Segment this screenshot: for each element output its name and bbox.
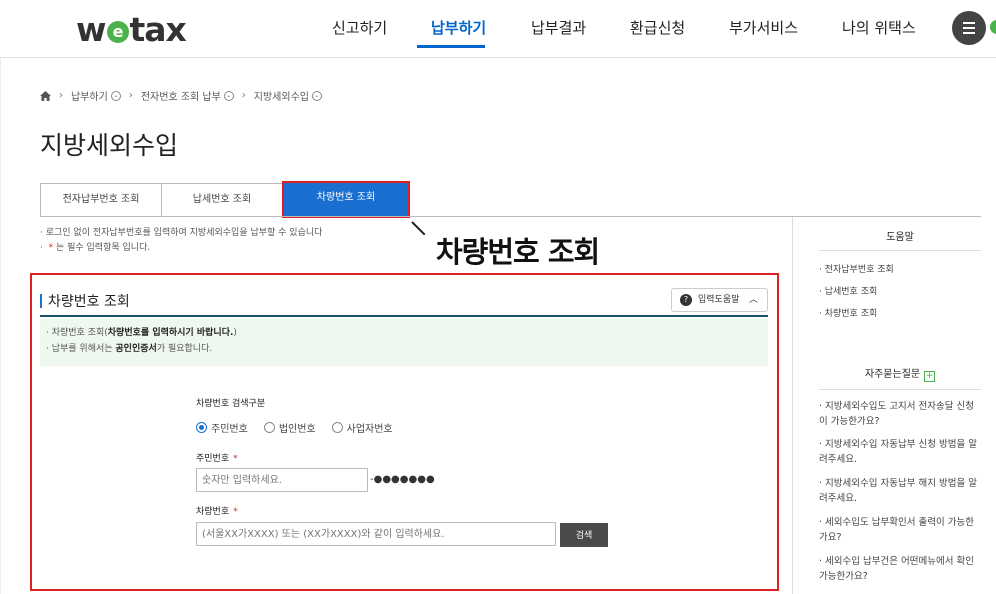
notice-line-2: · * 는 필수 입력항목 입니다.: [40, 241, 322, 256]
resident-number-label: 주민번호*: [196, 451, 238, 464]
wetax-logo[interactable]: wetax: [76, 10, 186, 49]
help-link-tax[interactable]: · 납세번호 조회: [819, 284, 877, 297]
help-link-vehicle[interactable]: · 차량번호 조회: [819, 306, 877, 319]
chevron-down-icon[interactable]: ⌄: [224, 91, 234, 101]
status-dot-icon: [990, 20, 996, 34]
plus-icon[interactable]: +: [924, 371, 935, 382]
input-help-button[interactable]: ? 입력도움말 ︿: [671, 288, 768, 312]
logo-e-mark: e: [107, 21, 129, 43]
info-line-1: · 차량번호 조회(차량번호를 입력하시기 바랍니다.): [46, 325, 768, 341]
tab-vehicle-number[interactable]: 차량번호 조회: [282, 181, 410, 218]
help-link-electronic[interactable]: · 전자납부번호 조회: [819, 262, 894, 275]
notice-line-1: · 로그인 없이 전자납부번호를 입력하여 지방세외수입을 납부할 수 있습니다: [40, 226, 322, 241]
nav-item-result[interactable]: 납부결과: [531, 17, 586, 38]
home-icon[interactable]: [40, 91, 51, 101]
faq-item[interactable]: · 세외수입도 납부확인서 출력이 가능한가요?: [819, 515, 979, 545]
help-title: 도움말: [819, 228, 981, 243]
nav-item-report[interactable]: 신고하기: [332, 17, 387, 38]
section-title: 차량번호 조회: [48, 291, 130, 311]
radio-business-number[interactable]: 사업자번호: [332, 420, 393, 435]
page-title: 지방세외수입: [40, 126, 178, 162]
nav-item-payment[interactable]: 납부하기: [431, 17, 486, 38]
search-button[interactable]: 검색: [560, 523, 608, 547]
info-line-2: · 납부를 위해서는 공인인증서가 필요합니다.: [46, 341, 768, 357]
nav-active-underline: [417, 45, 485, 48]
faq-item[interactable]: · 세외수입 납부건은 어떤메뉴에서 확인가능한가요?: [819, 554, 979, 584]
breadcrumb: › 납부하기⌄ › 전자번호 조회 납부⌄ › 지방세외수입⌄: [40, 88, 322, 103]
vehicle-number-label: 차량번호*: [196, 504, 238, 517]
nav-item-services[interactable]: 부가서비스: [729, 17, 798, 38]
nav-item-my-wetax[interactable]: 나의 위택스: [842, 17, 916, 38]
sidebar-divider: [819, 250, 981, 251]
faq-item[interactable]: · 지방세외수입 자동납부 해지 방법을 알려주세요.: [819, 476, 979, 506]
radio-corporate-number[interactable]: 법인번호: [264, 420, 316, 435]
tab-electronic-number[interactable]: 전자납부번호 조회: [40, 183, 162, 217]
info-box: · 차량번호 조회(차량번호를 입력하시기 바랍니다.) · 납부를 위해서는 …: [40, 318, 768, 366]
right-sidebar: 도움말 · 전자납부번호 조회 · 납세번호 조회 · 차량번호 조회 자주묻는…: [792, 217, 996, 594]
breadcrumb-item-current[interactable]: 지방세외수입: [254, 88, 309, 103]
site-header: wetax 신고하기 납부하기 납부결과 환급신청 부가서비스 나의 위택스: [0, 0, 996, 58]
breadcrumb-item-electronic[interactable]: 전자번호 조회 납부: [141, 88, 221, 103]
section-header: 차량번호 조회 ? 입력도움말 ︿: [40, 285, 768, 317]
chevron-up-icon: ︿: [749, 289, 758, 311]
annotation-pointer: [411, 221, 425, 235]
vehicle-number-input[interactable]: [196, 522, 556, 546]
breadcrumb-separator: ›: [242, 90, 246, 101]
faq-title: 자주묻는질문+: [819, 365, 981, 382]
content-left-border: [0, 58, 1, 594]
hamburger-menu-icon[interactable]: [952, 11, 986, 45]
radio-resident-number[interactable]: 주민번호: [196, 420, 248, 435]
breadcrumb-separator: ›: [129, 90, 133, 101]
breadcrumb-item-payment[interactable]: 납부하기: [71, 88, 108, 103]
breadcrumb-separator: ›: [59, 90, 63, 101]
nav-item-refund[interactable]: 환급신청: [630, 17, 685, 38]
faq-item[interactable]: · 지방세외수입도 고지서 전자송달 신청이 가능한가요?: [819, 399, 979, 429]
resident-number-input[interactable]: [196, 468, 368, 492]
chevron-down-icon[interactable]: ⌄: [111, 91, 121, 101]
search-type-radio-group: 주민번호 법인번호 사업자번호: [196, 420, 409, 435]
sidebar-divider: [819, 389, 981, 390]
chevron-down-icon[interactable]: ⌄: [312, 91, 322, 101]
resident-number-mask: -●●●●●●●: [370, 474, 435, 485]
search-type-label: 차량번호 검색구분: [196, 396, 265, 409]
faq-item[interactable]: · 지방세외수입 자동납부 신청 방법을 알려주세요.: [819, 437, 979, 467]
annotation-label: 차량번호 조회: [436, 229, 599, 271]
tab-tax-number[interactable]: 납세번호 조회: [161, 183, 283, 217]
question-icon: ?: [680, 294, 692, 306]
notice-text: · 로그인 없이 전자납부번호를 입력하여 지방세외수입을 납부할 수 있습니다…: [40, 226, 322, 256]
